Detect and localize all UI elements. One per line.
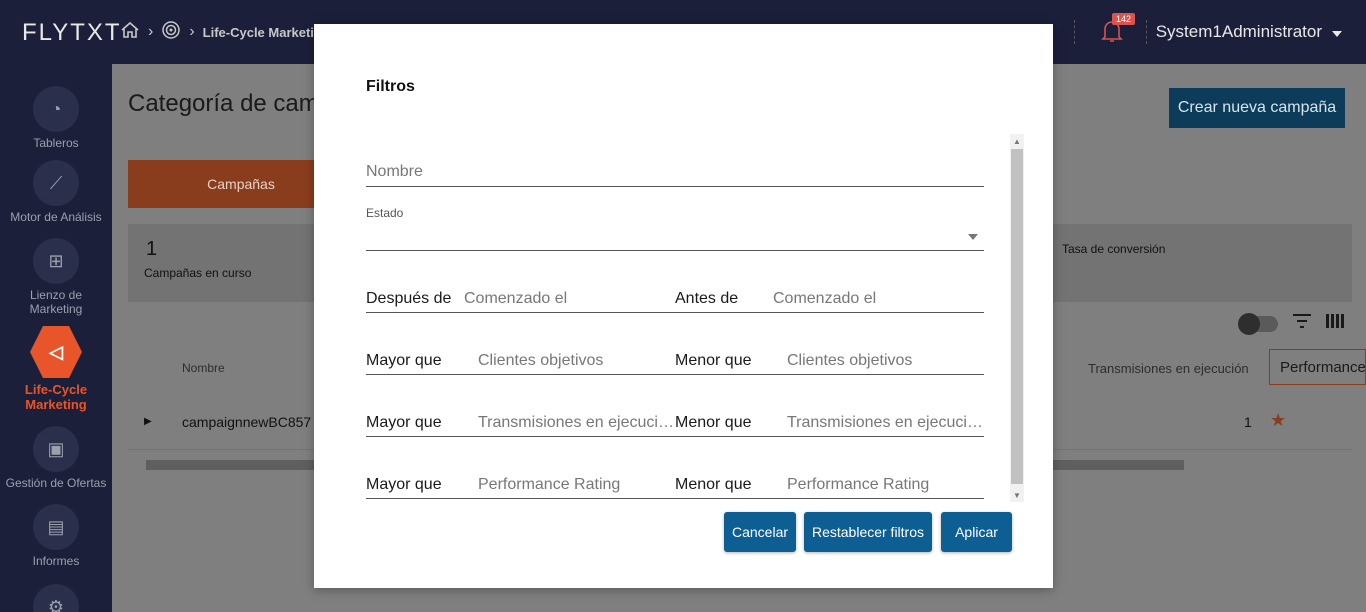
filters-dialog: Filtros ▲ ▼ Estado Después de Antes de M… [314,24,1053,588]
transmissions-count: 1 [1244,414,1252,430]
apply-button[interactable]: Aplicar [941,512,1012,552]
antes-label: Antes de [675,289,739,307]
sidebar-item-lienzo[interactable]: ⊞ Lienzo de Marketing [0,238,112,316]
stat-conversion-label: Tasa de conversión [1062,242,1166,256]
sidebar-item-label: Gestión de Ofertas [5,476,107,490]
notification-badge: 142 [1112,13,1136,25]
antes-field: Antes de [675,285,984,313]
divider [1074,20,1075,44]
mayor-label: Mayor que [366,413,442,431]
dashboard-icon: ◔ [33,86,79,132]
expand-row-icon[interactable]: ▶ [144,416,152,427]
estado-label: Estado [366,206,404,220]
canvas-icon: ⊞ [33,238,79,284]
create-campaign-button[interactable]: Crear nueva campaña [1169,88,1345,128]
scrollbar-thumb[interactable] [1011,149,1023,484]
mayor-label: Mayor que [366,475,442,493]
transmisiones-menor-input[interactable] [787,409,984,436]
fecha-row: Después de Antes de [366,285,984,313]
performance-menor-field: Menor que [675,471,984,499]
scroll-down-icon[interactable]: ▼ [1010,488,1024,502]
divider [1146,20,1147,44]
gift-icon: ▣ [33,426,79,472]
despues-input[interactable] [464,285,675,312]
sidebar-item-label: Informes [32,554,80,568]
scroll-up-icon[interactable]: ▲ [1010,134,1024,148]
sidebar-item-label: Motor de Análisis [10,210,102,224]
report-icon: ▤ [33,504,79,550]
chevron-right-icon: › [189,23,195,40]
sidebar-item-life-cycle[interactable]: ◁ Life-Cycle Marketing [0,326,112,412]
sidebar-item-label: Lienzo de Marketing [29,288,83,316]
performance-mayor-input[interactable] [478,471,675,498]
stat-value: 1 [146,238,158,260]
menor-label: Menor que [675,351,752,369]
sidebar-item-settings[interactable]: ⚙ [0,584,112,612]
sidebar-item-tableros[interactable]: ◔ Tableros [0,86,112,150]
target-icon[interactable] [161,20,181,45]
page-title: Categoría de cam [128,90,319,117]
reset-filters-button[interactable]: Restablecer filtros [804,512,932,552]
sidebar-item-motor-de-analisis[interactable]: ⟋ Motor de Análisis [0,160,112,224]
column-header-nombre[interactable]: Nombre [182,361,225,375]
dropdown-arrow-icon [968,234,978,240]
clientes-row: Mayor que Menor que [366,347,984,375]
despues-label: Después de [366,289,452,307]
despues-field: Después de [366,285,675,313]
clientes-mayor-input[interactable] [478,347,675,374]
filter-icon[interactable] [1292,314,1312,333]
clientes-menor-input[interactable] [787,347,984,374]
transmisiones-mayor-input[interactable] [478,409,675,436]
transmisiones-menor-field: Menor que [675,409,984,437]
column-header-transmisiones[interactable]: Transmisiones en ejecución [1088,361,1249,376]
cancel-button[interactable]: Cancelar [724,512,796,552]
sidebar-item-ofertas[interactable]: ▣ Gestión de Ofertas [0,426,112,490]
home-icon[interactable] [120,20,140,45]
star-icon[interactable]: ★ [1270,410,1286,431]
estado-select[interactable] [366,228,984,251]
sidebar-item-label: Life-Cycle Marketing [24,382,88,412]
user-name: System1Administrator [1155,22,1322,41]
transmisiones-mayor-field: Mayor que [366,409,675,437]
breadcrumb: › › Life-Cycle Marketing [120,20,330,44]
antes-input[interactable] [773,285,984,312]
menor-label: Menor que [675,475,752,493]
view-toggle[interactable] [1238,312,1278,335]
menor-label: Menor que [675,413,752,431]
stat-label: Campañas en curso [144,266,252,280]
sidebar-item-informes[interactable]: ▤ Informes [0,504,112,568]
sidebar-item-label: Tableros [33,136,79,150]
performance-row: Mayor que Menor que [366,471,984,499]
sidebar: ◔ Tableros ⟋ Motor de Análisis ⊞ Lienzo … [0,64,112,612]
gear-icon: ⚙ [33,584,79,612]
campaign-name[interactable]: campaignnewBC857 [182,414,311,430]
vertical-scrollbar[interactable]: ▲ ▼ [1010,134,1024,502]
clientes-menor-field: Menor que [675,347,984,375]
performance-mayor-field: Mayor que [366,471,675,499]
clientes-mayor-field: Mayor que [366,347,675,375]
breadcrumb-item[interactable]: Life-Cycle Marketing [203,25,330,40]
columns-icon[interactable] [1326,314,1344,333]
app-logo: FLYTXT [22,19,122,46]
user-menu[interactable]: System1Administrator [1156,22,1342,42]
caret-down-icon [1332,22,1342,42]
mayor-label: Mayor que [366,351,442,369]
megaphone-icon: ◁ [30,326,82,378]
nombre-input[interactable] [366,158,984,186]
chevron-right-icon: › [148,23,154,40]
dialog-title: Filtros [366,78,415,95]
transmisiones-row: Mayor que Menor que [366,409,984,437]
table-tools [1238,312,1344,335]
performance-menor-input[interactable] [787,471,984,498]
nombre-field [366,158,984,187]
column-header-performance[interactable]: Performance Rating [1269,349,1366,385]
analytics-icon: ⟋ [33,160,79,206]
